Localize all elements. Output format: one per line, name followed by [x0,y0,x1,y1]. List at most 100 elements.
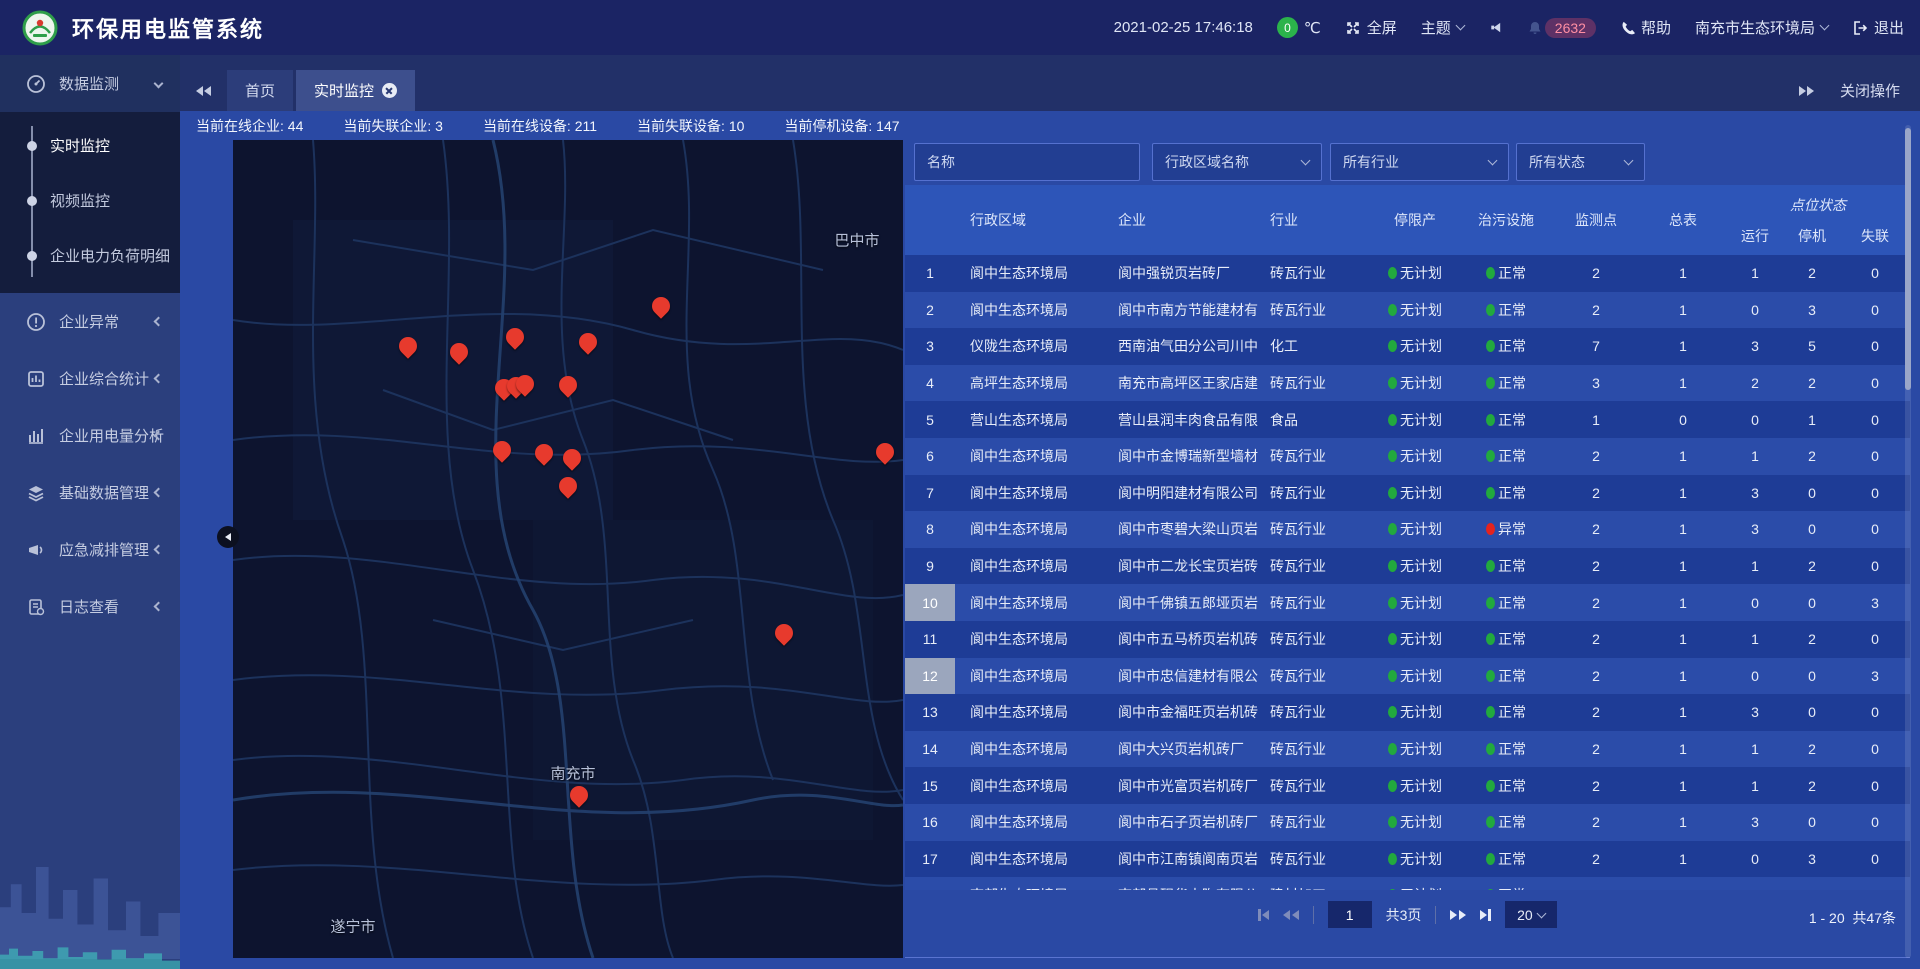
scrollbar-thumb[interactable] [1905,128,1911,390]
cell-company: 阆中强锐页岩砖厂 [1090,255,1258,292]
sidebar-item-1[interactable]: 企业异常 [0,293,180,350]
next-page-button[interactable] [1450,910,1466,920]
facility-text: 正常 [1498,593,1526,613]
cell-total-meter: 0 [1640,401,1726,438]
theme-dropdown[interactable]: 主题 [1421,17,1464,38]
cell-offline: 0 [1840,767,1910,804]
table-row[interactable]: 7阆中生态环境局阆中明阳建材有限公司砖瓦行业无计划正常21300 [905,475,1910,512]
cell-offline: 0 [1840,475,1910,512]
tabs-scroll-right-button[interactable] [1799,86,1814,96]
cell-monitor-points: 2 [1552,767,1640,804]
table-row[interactable]: 15阆中生态环境局阆中市光富页岩机砖厂砖瓦行业无计划正常21120 [905,767,1910,804]
cell-stop-limit: 无计划 [1370,658,1460,695]
page-number-input[interactable] [1328,901,1372,928]
cell-running: 3 [1726,694,1784,731]
filter-bar: 行政区域名称 所有行业 所有状态 [914,143,1910,181]
table-row[interactable]: 14阆中生态环境局阆中大兴页岩机砖厂砖瓦行业无计划正常21120 [905,731,1910,768]
cell-offline: 0 [1840,365,1910,402]
tabs-scroll-left-button[interactable] [180,70,227,111]
status-dot-green-icon [1388,523,1397,535]
chevron-down-icon [1488,155,1498,165]
map-canvas[interactable]: 巴中市南充市遂宁市 [233,140,903,958]
cell-total-meter: 1 [1640,621,1726,658]
sidebar-subitem-0[interactable]: 实时监控 [0,118,180,173]
region-select[interactable]: 行政区域名称 [1152,143,1322,181]
map-collapse-button[interactable] [217,526,239,548]
table-row[interactable]: 2阆中生态环境局阆中市南方节能建材有砖瓦行业无计划正常21030 [905,292,1910,329]
table-row[interactable]: 12阆中生态环境局阆中市忠信建材有限公砖瓦行业无计划正常21003 [905,658,1910,695]
prev-page-button[interactable] [1283,910,1299,920]
cell-pollution-facility: 正常 [1460,438,1552,475]
sidebar-item-5[interactable]: 应急减排管理 [0,521,180,578]
cell-stop-limit: 无计划 [1370,584,1460,621]
stats-bar: 当前在线企业: 44当前失联企业: 3当前在线设备: 211当前失联设备: 10… [180,111,1920,140]
status-dot-green-icon [1486,670,1495,682]
table-row[interactable]: 5营山生态环境局营山县润丰肉食品有限食品无计划正常10010 [905,401,1910,438]
stat-item: 当前在线企业: 44 [196,116,303,136]
sidebar-item-0[interactable]: 数据监测 [0,55,180,112]
cell-total-meter: 1 [1640,804,1726,841]
sidebar-item-2[interactable]: 企业综合统计 [0,350,180,407]
status-select[interactable]: 所有状态 [1516,143,1645,181]
cell-total-meter: 1 [1640,731,1726,768]
table-row[interactable]: 13阆中生态环境局阆中市金福旺页岩机砖砖瓦行业无计划正常21300 [905,694,1910,731]
temperature: 0 ℃ [1277,17,1321,38]
tab-close-icon[interactable] [382,83,397,98]
facility-text: 正常 [1498,776,1526,796]
cell-pollution-facility: 正常 [1460,841,1552,878]
cell-stopped: 0 [1784,658,1840,695]
first-page-button[interactable] [1258,909,1269,921]
cell-index: 11 [905,621,955,658]
cell-region: 阆中生态环境局 [955,841,1090,878]
industry-select[interactable]: 所有行业 [1330,143,1509,181]
cell-offline: 0 [1840,292,1910,329]
sidebar-item-3[interactable]: 企业用电量分析 [0,407,180,464]
sound-toggle[interactable] [1488,20,1503,35]
cell-stopped: 3 [1784,841,1840,878]
cell-total-meter: 1 [1640,767,1726,804]
cell-pollution-facility: 正常 [1460,767,1552,804]
table-row[interactable]: 16阆中生态环境局阆中市石子页岩机砖厂砖瓦行业无计划正常21300 [905,804,1910,841]
page-size-select[interactable]: 20 [1505,901,1557,928]
status-dot-green-icon [1388,560,1397,572]
sidebar-item-6[interactable]: 日志查看 [0,578,180,635]
table-row[interactable]: 8阆中生态环境局阆中市枣碧大梁山页岩砖瓦行业无计划异常21300 [905,511,1910,548]
table-row[interactable]: 9阆中生态环境局阆中市二龙长宝页岩砖砖瓦行业无计划正常21120 [905,548,1910,585]
table-row[interactable]: 11阆中生态环境局阆中市五马桥页岩机砖砖瓦行业无计划正常21120 [905,621,1910,658]
name-search-input[interactable] [914,143,1140,181]
stop-limit-text: 无计划 [1400,702,1442,722]
table-row[interactable]: 17阆中生态环境局阆中市江南镇阆南页岩砖瓦行业无计划正常21030 [905,841,1910,878]
status-dot-green-icon [1388,304,1397,316]
status-dot-green-icon [1388,414,1397,426]
table-row[interactable]: 1阆中生态环境局阆中强锐页岩砖厂砖瓦行业无计划正常21120 [905,255,1910,292]
org-dropdown[interactable]: 南充市生态环境局 [1695,17,1828,38]
help-button[interactable]: 帮助 [1620,17,1671,38]
tab-realtime-monitor[interactable]: 实时监控 [296,70,415,111]
logout-button[interactable]: 退出 [1852,17,1904,38]
tab-home[interactable]: 首页 [227,70,293,111]
sidebar-item-4[interactable]: 基础数据管理 [0,464,180,521]
table-row[interactable]: 4高坪生态环境局南充市高坪区王家店建砖瓦行业无计划正常31220 [905,365,1910,402]
table-row[interactable]: 10阆中生态环境局阆中千佛镇五郎垭页岩砖瓦行业无计划正常21003 [905,584,1910,621]
table-row[interactable]: 3仪陇生态环境局西南油气田分公司川中化工无计划正常71350 [905,328,1910,365]
close-operations-button[interactable]: 关闭操作 [1840,80,1900,101]
fullscreen-button[interactable]: 全屏 [1345,17,1397,38]
sidebar-subitem-2[interactable]: 企业电力负荷明细 [0,228,180,283]
cell-region: 阆中生态环境局 [955,658,1090,695]
cell-offline: 3 [1840,584,1910,621]
last-page-button[interactable] [1480,909,1491,921]
chevron-left-icon [154,602,164,612]
status-dot-green-icon [1388,670,1397,682]
cell-offline: 3 [1840,658,1910,695]
status-dot-green-icon [1486,414,1495,426]
table-row[interactable]: 6阆中生态环境局阆中市金博瑞新型墙材砖瓦行业无计划正常21120 [905,438,1910,475]
table-row[interactable]: 18南部生态环境局南部县砚华土陶有限公建材加工无计划正常60060 [905,877,1910,890]
cell-pollution-facility: 正常 [1460,328,1552,365]
sidebar-subitem-1[interactable]: 视频监控 [0,173,180,228]
notifications[interactable]: 2632 [1527,18,1596,38]
cell-region: 营山生态环境局 [955,401,1090,438]
cell-running: 0 [1726,401,1784,438]
cell-stop-limit: 无计划 [1370,877,1460,890]
cell-offline: 0 [1840,438,1910,475]
cell-running: 3 [1726,475,1784,512]
